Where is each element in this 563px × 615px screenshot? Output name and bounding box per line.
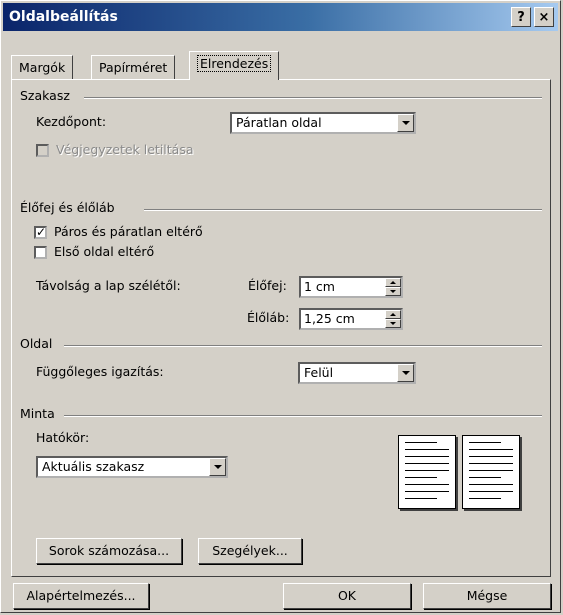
start-value: Páratlan oldal: [236, 115, 322, 130]
chevron-down-icon[interactable]: [397, 364, 414, 382]
divider: [64, 345, 542, 347]
distance-label: Távolság a lap szélétől:: [36, 278, 181, 293]
ok-button[interactable]: OK: [283, 583, 411, 609]
close-button[interactable]: ×: [534, 7, 554, 27]
header-distance-value: 1 cm: [304, 279, 335, 294]
chevron-down-icon[interactable]: [209, 458, 226, 476]
section-heading-section: Szakasz: [20, 88, 70, 103]
vertical-alignment-label: Függőleges igazítás:: [36, 364, 164, 379]
footer-distance-spinner[interactable]: 1,25 cm: [299, 308, 403, 330]
vertical-alignment-value: Felül: [304, 365, 334, 380]
window-title: Oldalbeállítás: [9, 9, 118, 25]
line-numbers-button[interactable]: Sorok számozása...: [36, 538, 182, 564]
chevron-down-icon[interactable]: [397, 114, 414, 132]
section-heading-header-footer: Élőfej és élőláb: [20, 200, 115, 215]
preview-left-page: [398, 435, 456, 509]
header-distance-label: Élőfej:: [248, 278, 287, 293]
odd-even-checkbox[interactable]: ✓: [34, 226, 47, 239]
tab-layout[interactable]: Elrendezés: [189, 51, 280, 80]
vertical-alignment-select[interactable]: Felül: [298, 362, 416, 384]
tab-margins[interactable]: Margók: [11, 55, 74, 79]
divider: [84, 97, 542, 99]
spin-up-icon[interactable]: [385, 310, 401, 319]
tab-paper-size[interactable]: Papírméret: [91, 55, 176, 79]
divider: [64, 415, 542, 417]
endnotes-checkbox[interactable]: [36, 144, 49, 157]
scope-label: Hatókör:: [36, 430, 90, 445]
cancel-button[interactable]: Mégse: [423, 583, 551, 609]
help-button[interactable]: ?: [511, 7, 531, 27]
default-button[interactable]: Alapértelmezés...: [13, 583, 149, 609]
section-heading-page: Oldal: [20, 336, 53, 351]
spin-down-icon[interactable]: [385, 287, 401, 296]
layout-panel: Szakasz Kezdőpont: Páratlan oldal Végjeg…: [11, 79, 551, 577]
page-setup-dialog: Oldalbeállítás ? × Margók Papírméret Elr…: [0, 0, 561, 613]
title-bar: Oldalbeállítás ? ×: [3, 3, 558, 31]
spin-down-icon[interactable]: [385, 319, 401, 328]
footer-distance-value: 1,25 cm: [304, 311, 355, 326]
page-preview: [398, 435, 520, 553]
first-page-checkbox[interactable]: [34, 246, 47, 259]
scope-value: Aktuális szakasz: [42, 459, 145, 474]
header-distance-spinner[interactable]: 1 cm: [299, 276, 403, 298]
spin-up-icon[interactable]: [385, 278, 401, 287]
borders-button[interactable]: Szegélyek...: [198, 538, 302, 564]
section-heading-preview: Minta: [20, 406, 55, 421]
odd-even-label: Páros és páratlan eltérő: [54, 224, 203, 239]
first-page-label: Első oldal eltérő: [54, 244, 155, 259]
footer-distance-label: Élőláb:: [247, 310, 290, 325]
scope-select[interactable]: Aktuális szakasz: [36, 456, 228, 478]
divider: [144, 209, 542, 211]
start-select[interactable]: Páratlan oldal: [230, 112, 416, 134]
preview-right-page: [462, 435, 520, 509]
start-label: Kezdőpont:: [36, 114, 107, 129]
endnotes-label: Végjegyzetek letiltása: [56, 142, 194, 157]
